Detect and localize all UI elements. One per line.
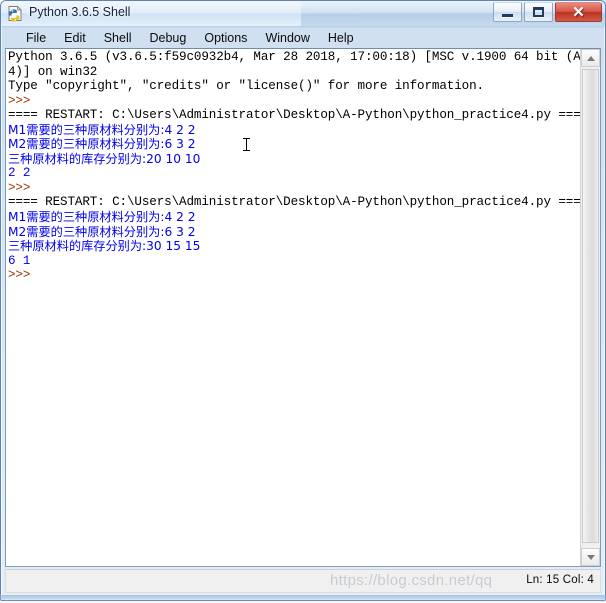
shell-text-area[interactable]: Python 3.6.5 (v3.6.5:f59c0932b4, Mar 28 … <box>5 48 601 567</box>
shell-line: 4)] on win32 <box>8 64 98 79</box>
menu-item-file[interactable]: File <box>17 30 55 47</box>
menubar: File Edit Shell Debug Options Window Hel… <box>5 28 601 48</box>
menu-item-debug[interactable]: Debug <box>141 30 196 47</box>
window-title: Python 3.6.5 Shell <box>29 5 131 19</box>
menu-item-window[interactable]: Window <box>256 30 318 47</box>
menu-item-help[interactable]: Help <box>319 30 363 47</box>
window-titlebar[interactable]: Python 3.6.5 Shell ✕ <box>1 1 605 26</box>
scrollbar-thumb[interactable] <box>582 69 599 543</box>
shell-line: 6 1 <box>8 253 31 268</box>
shell-line: Python 3.6.5 (v3.6.5:f59c0932b4, Mar 28 … <box>8 50 580 64</box>
desktop-background: Python 3.6.5 Shell ✕ File Edit Shell Deb… <box>0 0 606 603</box>
minimize-icon <box>502 14 513 17</box>
scroll-down-button[interactable] <box>581 548 600 566</box>
shell-line: ==== RESTART: C:\Users\Administrator\Des… <box>8 195 580 210</box>
shell-output[interactable]: Python 3.6.5 (v3.6.5:f59c0932b4, Mar 28 … <box>6 49 580 566</box>
shell-line: 三种原材料的库存分别为:30 15 15 <box>8 239 201 254</box>
shell-line: 2 2 <box>8 166 31 181</box>
vertical-scrollbar[interactable] <box>580 49 600 566</box>
python-shell-window: Python 3.6.5 Shell ✕ File Edit Shell Deb… <box>0 0 606 601</box>
shell-line: M2需要的三种原材料分别为:6 3 2 <box>8 137 196 152</box>
close-icon: ✕ <box>572 3 585 21</box>
shell-line: >>> <box>8 93 38 108</box>
maximize-button[interactable] <box>524 2 553 22</box>
shell-line: >>> <box>8 180 38 195</box>
minimize-button[interactable] <box>493 2 522 22</box>
scroll-up-button[interactable] <box>581 49 600 67</box>
close-button[interactable]: ✕ <box>555 2 602 22</box>
shell-line: M1需要的三种原材料分别为:4 2 2 <box>8 122 196 137</box>
shell-line: >>> <box>8 268 38 283</box>
menu-item-edit[interactable]: Edit <box>55 30 95 47</box>
statusbar: Ln: 15 Col: 4 <box>5 569 601 593</box>
menu-item-shell[interactable]: Shell <box>95 30 141 47</box>
maximize-icon <box>533 7 544 17</box>
shell-line: Type "copyright", "credits" or "license(… <box>8 79 484 94</box>
shell-line: M1需要的三种原材料分别为:4 2 2 <box>8 210 196 225</box>
cursor-position-indicator: Ln: 15 Col: 4 <box>526 574 594 586</box>
python-idle-icon <box>8 5 22 22</box>
chevron-up-icon <box>586 55 595 61</box>
shell-line: 三种原材料的库存分别为:20 10 10 <box>8 151 201 166</box>
chevron-down-icon <box>586 554 595 560</box>
shell-line: ==== RESTART: C:\Users\Administrator\Des… <box>8 108 580 123</box>
shell-line: M2需要的三种原材料分别为:6 3 2 <box>8 224 196 239</box>
window-caption-buttons: ✕ <box>491 2 602 22</box>
menu-item-options[interactable]: Options <box>195 30 256 47</box>
